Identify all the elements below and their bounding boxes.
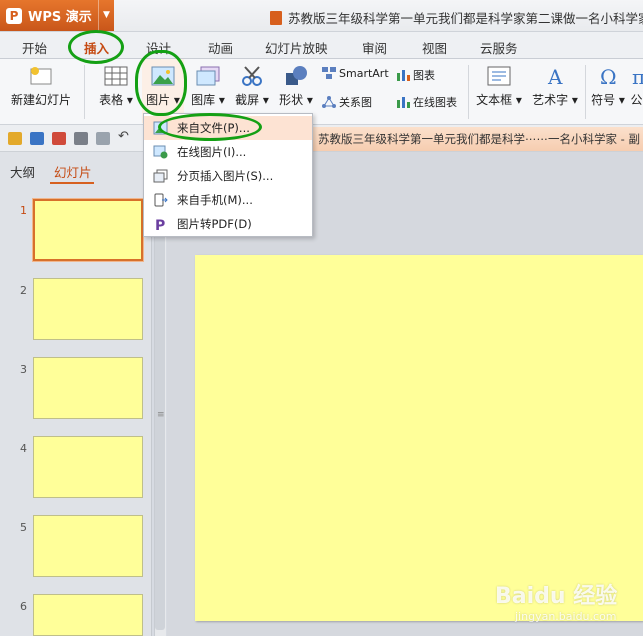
omega-icon: Ω [600,65,617,87]
app-name: WPS 演示 [28,10,92,25]
ribbon-separator [468,65,469,119]
tab-view[interactable]: 视图 [422,38,447,57]
tab-animation[interactable]: 动画 [208,38,233,57]
menu-item-from-phone[interactable]: 来自手机(M)... [144,188,312,212]
watermark: Baidu 经验 jingyan.baidu.com [495,584,618,623]
splitter-grip-icon[interactable]: ≡ [157,410,165,420]
ribbon-insert: 新建幻灯片 表格 ▾ 图片 ▾ 图库 ▾ 截屏 ▾ 形状 ▾ SmartArt … [0,59,643,125]
slide-thumbnail[interactable] [33,357,143,419]
wordart-icon: A [547,65,563,87]
scissors-icon [242,66,262,86]
slide-thumbnail[interactable] [33,594,143,636]
chevron-down-icon[interactable]: ▼ [98,0,114,31]
pi-icon: π [632,65,643,87]
menu-item-paged-insert[interactable]: 分页插入图片(S)... [144,164,312,188]
tab-cloud[interactable]: 云服务 [480,38,518,57]
svg-text:π: π [632,65,643,87]
paged-insert-icon [153,169,168,183]
slide-number: 4 [20,442,27,455]
wps-app-menu-button[interactable]: P WPS 演示 ▼ [0,0,114,31]
open-folder-icon[interactable] [8,132,22,145]
wordart-button[interactable]: A 艺术字 ▾ [530,59,580,123]
slide-thumbnail[interactable] [33,515,143,577]
smartart-button[interactable]: SmartArt [322,67,389,80]
tab-slideshow[interactable]: 幻灯片放映 [265,38,328,57]
ribbon-separator [84,65,85,119]
slide-thumbnail[interactable] [33,199,143,261]
slide-number: 3 [20,363,27,376]
textbox-icon [487,66,511,86]
relation-chart-button[interactable]: 关系图 [322,94,372,110]
table-button[interactable]: 表格 ▾ [96,59,136,123]
wps-logo-icon: P [6,7,22,24]
textbox-button[interactable]: 文本框 ▾ [474,59,524,123]
slide-number: 5 [20,521,27,534]
formula-button[interactable]: π 公 [630,59,643,123]
new-slide-button[interactable]: 新建幻灯片 [8,59,74,123]
relation-icon [322,96,336,108]
ribbon-separator [585,65,586,119]
shapes-icon [286,66,307,85]
print-icon[interactable] [74,132,88,145]
export-pdf-icon[interactable] [52,132,66,145]
tab-review[interactable]: 审阅 [362,38,387,57]
phone-icon [154,193,168,207]
current-slide[interactable] [195,255,643,621]
annotation-circle-from-file [158,113,262,141]
slide-number: 6 [20,600,27,613]
svg-text:Ω: Ω [600,65,617,87]
online-picture-icon [153,145,168,159]
svg-text:P: P [155,218,165,231]
window-title: 苏教版三年级科学第一单元我们都是科学家第二课做一名小科学家 [270,8,643,27]
pdf-convert-icon: P [155,218,165,231]
menu-item-picture-to-pdf[interactable]: P 图片转PDF(D) [144,212,312,236]
active-tab-indicator [50,182,94,184]
symbol-button[interactable]: Ω 符号 ▾ [590,59,626,123]
tab-slides[interactable]: 幻灯片 [54,162,92,181]
annotation-circle-picture-button [135,50,187,116]
slide-thumbnail[interactable] [33,436,143,498]
tab-home[interactable]: 开始 [22,38,47,57]
chart-icon [397,70,410,81]
document-tab[interactable]: 苏教版三年级科学第一单元我们都是科学⋯⋯一名小科学家 - 副 [312,127,643,151]
undo-icon[interactable]: ↶ [118,129,132,144]
svg-text:A: A [547,65,563,87]
online-chart-button[interactable]: 在线图表 [396,94,457,110]
new-slide-icon [30,67,52,85]
chart-button[interactable]: 图表 [396,67,435,83]
print-preview-icon[interactable] [96,132,110,145]
online-chart-icon [397,97,410,108]
title-bar: P WPS 演示 ▼ 苏教版三年级科学第一单元我们都是科学家第二课做一名小科学家 [0,0,643,32]
menu-item-online-picture[interactable]: 在线图片(I)... [144,140,312,164]
presentation-icon [270,11,282,25]
slide-number: 2 [20,284,27,297]
smartart-icon [322,67,336,79]
slide-number: 1 [20,204,27,217]
table-icon [104,66,128,86]
annotation-circle-insert-tab [68,30,124,64]
tab-outline[interactable]: 大纲 [10,162,35,181]
gallery-icon [196,66,220,86]
slide-thumbnail[interactable] [33,278,143,340]
save-icon[interactable] [30,132,44,145]
